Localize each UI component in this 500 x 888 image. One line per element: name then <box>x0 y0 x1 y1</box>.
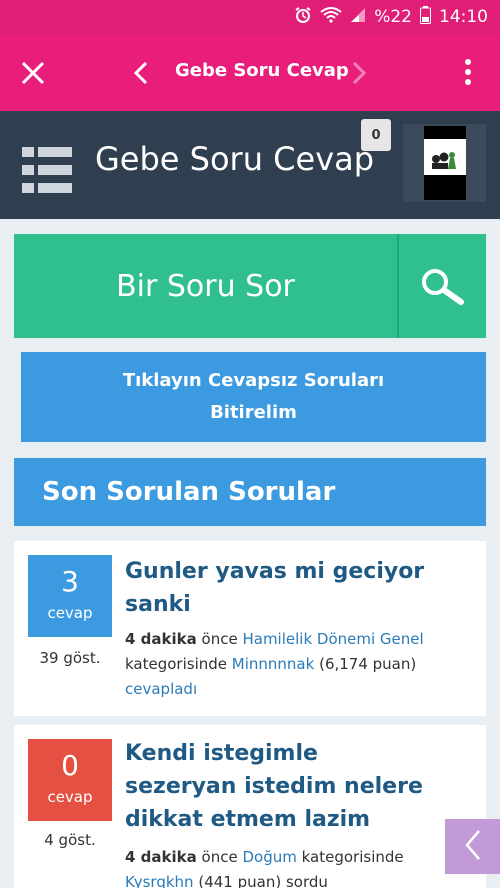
search-icon[interactable] <box>399 234 486 338</box>
unanswered-questions-button[interactable]: Tıklayın Cevapsız Soruları Bitirelim <box>21 352 486 442</box>
question-meta: 4 dakika önce Doğum kategorisinde Kysrqk… <box>125 845 475 888</box>
section-heading: Son Sorulan Sorular <box>14 458 486 526</box>
wifi-icon <box>320 6 342 28</box>
more-options-icon[interactable] <box>456 56 480 88</box>
answer-count-box: 3 cevap <box>28 555 112 637</box>
status-bar: %22 14:10 <box>0 0 500 34</box>
answer-count-label: cevap <box>47 788 93 806</box>
signal-icon <box>350 7 366 28</box>
site-title[interactable]: Gebe Soru Cevap <box>95 140 374 178</box>
app-title: Gebe Soru Cevap <box>175 60 349 81</box>
answer-count: 0 <box>61 749 79 782</box>
meta-user[interactable]: Minnnnnak <box>232 655 315 673</box>
question-card: 3 cevap 39 göst. Gunler yavas mi geciyor… <box>14 541 486 716</box>
float-back-button[interactable] <box>445 819 500 874</box>
view-count: 4 göst. <box>44 831 96 849</box>
meta-time-suffix: önce <box>201 630 238 648</box>
meta-in-text: kategorisinde <box>125 655 227 673</box>
meta-category[interactable]: Doğum <box>242 848 296 866</box>
meta-category[interactable]: Hamilelik Dönemi Genel <box>242 630 423 648</box>
meta-points: (441 puan) <box>198 873 282 888</box>
meta-time-suffix: önce <box>201 848 238 866</box>
clock: 14:10 <box>439 7 488 27</box>
meta-in-text: kategorisinde <box>301 848 404 866</box>
question-title[interactable]: Kendi istegimle sezeryan istedim nelere … <box>125 737 425 836</box>
question-title[interactable]: Gunler yavas mi geciyor sanki <box>125 555 425 621</box>
ask-bar: Bir Soru Sor <box>14 234 486 338</box>
answer-count-box: 0 cevap <box>28 739 112 821</box>
battery-icon <box>420 5 431 29</box>
battery-percent: %22 <box>374 7 412 27</box>
app-bar: Gebe Soru Cevap <box>0 34 500 111</box>
ask-question-button[interactable]: Bir Soru Sor <box>14 234 397 338</box>
notification-badge[interactable]: 0 <box>361 119 391 151</box>
alarm-icon <box>294 6 312 29</box>
forward-icon[interactable] <box>346 60 370 86</box>
answer-count-label: cevap <box>47 604 93 622</box>
meta-user[interactable]: Kysrqkhn <box>125 873 194 888</box>
question-meta: 4 dakika önce Hamilelik Dönemi Genel kat… <box>125 627 475 702</box>
meta-time[interactable]: 4 dakika <box>125 630 197 648</box>
meta-action: sordu <box>285 873 328 888</box>
back-icon[interactable] <box>130 60 154 86</box>
meta-points: (6,174 puan) <box>319 655 417 673</box>
avatar[interactable] <box>403 124 486 202</box>
chevron-left-icon <box>462 828 484 866</box>
close-icon[interactable] <box>18 58 48 88</box>
meta-time[interactable]: 4 dakika <box>125 848 197 866</box>
question-card: 0 cevap 4 göst. Kendi istegimle sezeryan… <box>14 725 486 888</box>
view-count: 39 göst. <box>39 649 101 667</box>
menu-icon[interactable] <box>22 145 72 195</box>
answer-count: 3 <box>61 565 79 598</box>
meta-action[interactable]: cevapladı <box>125 680 197 698</box>
